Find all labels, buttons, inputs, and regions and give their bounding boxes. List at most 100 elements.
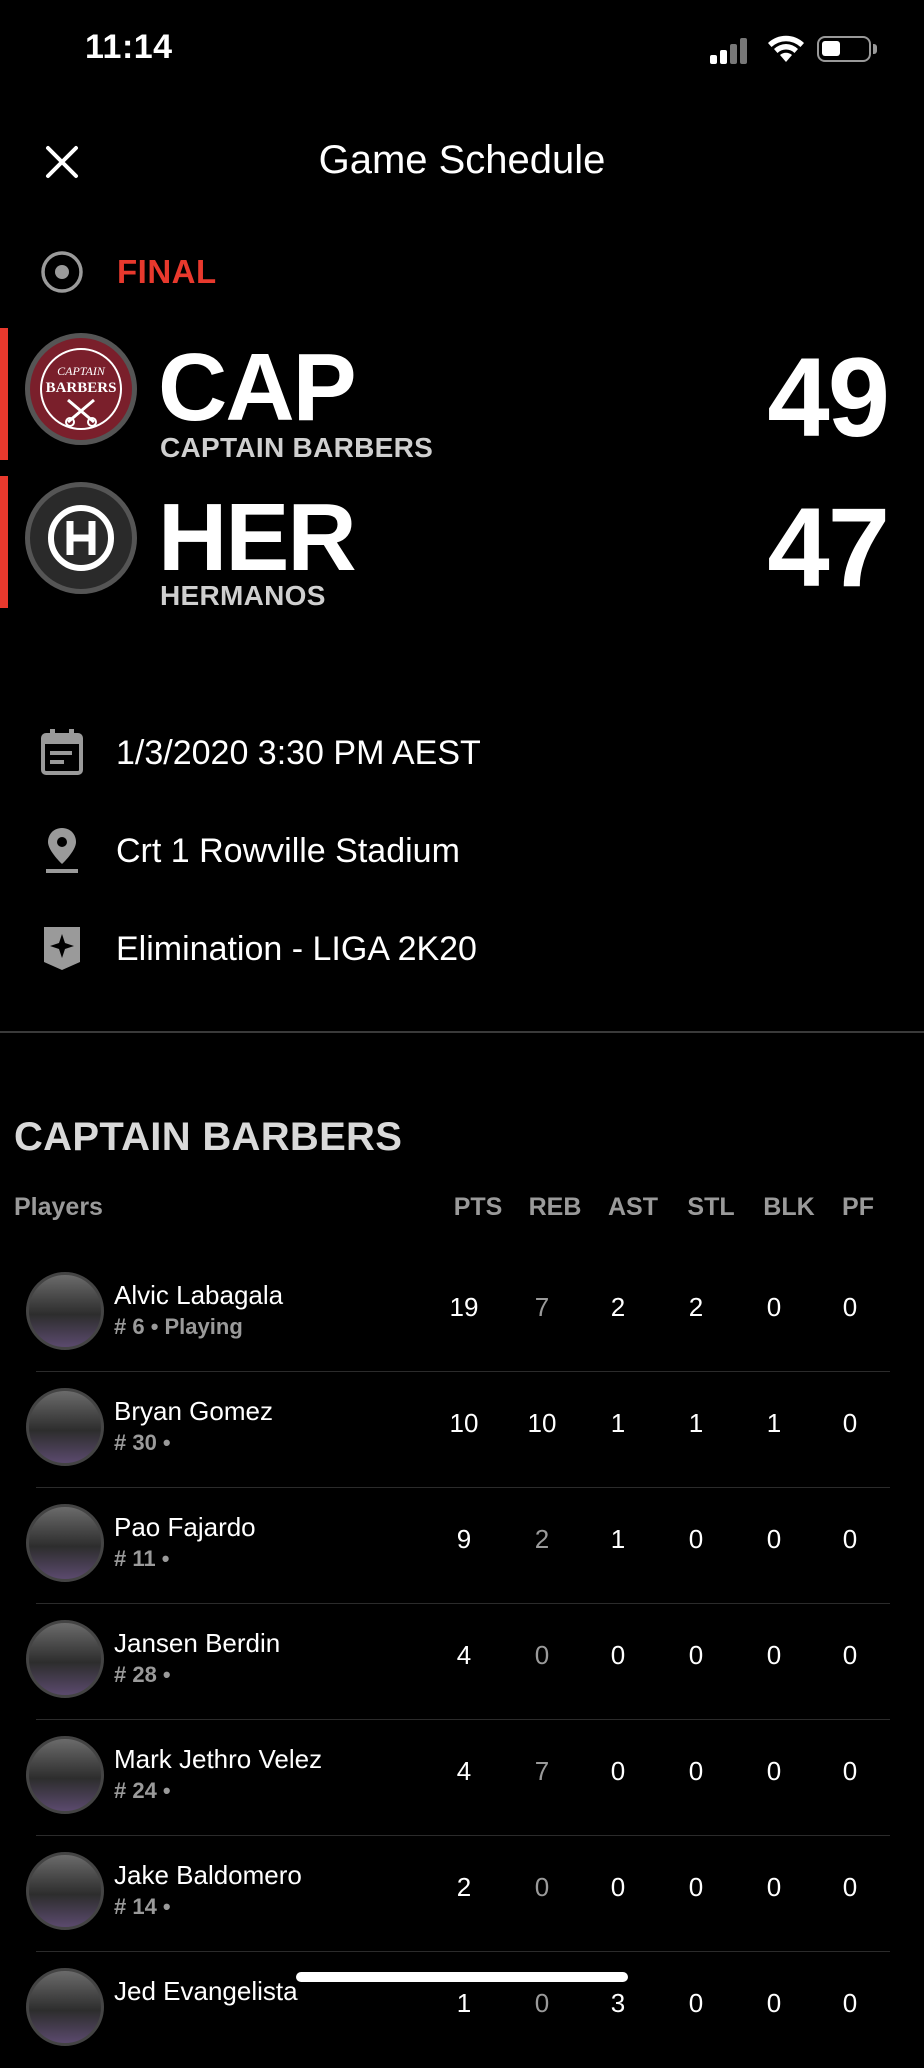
stat-pf: 0: [842, 1640, 858, 1670]
game-status-icon: [41, 251, 83, 293]
player-row[interactable]: Bryan Gomez # 30 • 10 10 1 1 1 0: [0, 1372, 924, 1488]
column-header-ast[interactable]: AST: [603, 1193, 663, 1222]
logo-text-captain: CAPTAIN: [57, 364, 106, 378]
player-number-status: # 30 •: [114, 1430, 171, 1455]
player-avatar: [26, 1272, 104, 1350]
player-row[interactable]: Mark Jethro Velez # 24 • 4 7 0 0 0 0: [0, 1720, 924, 1836]
stat-stl: 1: [688, 1408, 704, 1438]
stat-reb: 0: [534, 1988, 550, 2018]
stat-stl: 0: [688, 1872, 704, 1902]
divider: [0, 1031, 924, 1033]
stat-ast: 1: [610, 1408, 626, 1438]
stat-pf: 0: [842, 1292, 858, 1322]
player-number-status: # 24 •: [114, 1778, 171, 1803]
team-score-her: 47: [767, 485, 890, 610]
battery-icon: [817, 36, 871, 62]
stat-pf: 0: [842, 1408, 858, 1438]
team-abbr-her: HER: [158, 484, 357, 591]
competition-badge-icon: [44, 927, 80, 970]
stat-stl: 0: [688, 1524, 704, 1554]
player-row[interactable]: Jansen Berdin # 28 • 4 0 0 0 0 0: [0, 1604, 924, 1720]
player-name: Pao Fajardo: [114, 1512, 256, 1542]
stat-reb: 0: [534, 1640, 550, 1670]
team-score-cap: 49: [767, 335, 890, 460]
stat-pts: 4: [456, 1640, 472, 1670]
boxscore-team-title: CAPTAIN BARBERS: [14, 1115, 403, 1159]
team-indicator-bar: [0, 476, 8, 608]
stat-ast: 2: [610, 1292, 626, 1322]
player-avatar: [26, 1852, 104, 1930]
stat-reb: 7: [534, 1292, 550, 1322]
team-name-hermanos: HERMANOS: [160, 580, 326, 611]
stat-reb: 10: [527, 1408, 557, 1438]
column-header-blk[interactable]: BLK: [759, 1193, 819, 1222]
stat-blk: 1: [766, 1408, 782, 1438]
game-venue[interactable]: Crt 1 Rowville Stadium: [116, 832, 460, 871]
hermanos-logo[interactable]: [25, 482, 137, 594]
page-title: Game Schedule: [318, 138, 606, 182]
column-header-pf[interactable]: PF: [828, 1193, 888, 1222]
player-avatar: [26, 1504, 104, 1582]
player-name: Bryan Gomez: [114, 1396, 273, 1426]
team-abbr-cap: CAP: [158, 334, 357, 441]
stat-stl: 0: [688, 1988, 704, 2018]
winner-indicator-bar: [0, 328, 8, 460]
player-avatar: [26, 1388, 104, 1466]
captain-barbers-logo[interactable]: CAPTAIN BARBERS: [25, 333, 137, 445]
player-number-status: # 28 •: [114, 1662, 171, 1687]
player-row[interactable]: Jake Baldomero # 14 • 2 0 0 0 0 0: [0, 1836, 924, 1952]
stat-blk: 0: [766, 1756, 782, 1786]
stat-ast: 0: [610, 1640, 626, 1670]
stat-pts: 2: [456, 1872, 472, 1902]
calendar-icon: [41, 729, 83, 775]
stat-blk: 0: [766, 1524, 782, 1554]
column-header-pts[interactable]: PTS: [448, 1193, 508, 1222]
stat-blk: 0: [766, 1872, 782, 1902]
stat-pts: 19: [449, 1292, 479, 1322]
stat-stl: 0: [688, 1640, 704, 1670]
stat-ast: 0: [610, 1756, 626, 1786]
cellular-signal-icon: [710, 38, 754, 64]
stat-stl: 0: [688, 1756, 704, 1786]
player-row[interactable]: Alvic Labagala # 6 • Playing 19 7 2 2 0 0: [0, 1256, 924, 1372]
stat-reb: 2: [534, 1524, 550, 1554]
stat-ast: 0: [610, 1872, 626, 1902]
stat-pts: 4: [456, 1756, 472, 1786]
wifi-icon: [768, 35, 804, 62]
stat-blk: 0: [766, 1292, 782, 1322]
stat-pts: 10: [449, 1408, 479, 1438]
team-name-captain-barbers: CAPTAIN BARBERS: [160, 432, 434, 463]
player-row[interactable]: Pao Fajardo # 11 • 9 2 1 0 0 0: [0, 1488, 924, 1604]
home-indicator[interactable]: [296, 1972, 628, 1982]
location-pin-icon[interactable]: [40, 826, 84, 874]
stat-blk: 0: [766, 1640, 782, 1670]
stat-pts: 1: [456, 1988, 472, 2018]
player-row[interactable]: Jed Evangelista 1 0 3 0 0 0: [0, 1952, 924, 2068]
player-name: Alvic Labagala: [114, 1280, 284, 1310]
game-datetime: 1/3/2020 3:30 PM AEST: [116, 734, 481, 772]
logo-text-barbers: BARBERS: [46, 380, 117, 396]
player-avatar: [26, 1736, 104, 1814]
battery-tip: [873, 44, 877, 54]
stat-stl: 2: [688, 1292, 704, 1322]
player-name: Mark Jethro Velez: [114, 1744, 323, 1774]
player-number-status: # 11 •: [114, 1546, 170, 1571]
column-header-stl[interactable]: STL: [681, 1193, 741, 1222]
player-avatar: [26, 1968, 104, 2046]
game-status-label: FINAL: [117, 253, 217, 290]
stat-reb: 7: [534, 1756, 550, 1786]
game-competition[interactable]: Elimination - LIGA 2K20: [116, 930, 477, 969]
column-header-players: Players: [14, 1193, 103, 1221]
stat-pf: 0: [842, 1872, 858, 1902]
stat-ast: 3: [610, 1988, 626, 2018]
status-time: 11:14: [85, 28, 173, 66]
stat-reb: 0: [534, 1872, 550, 1902]
stat-blk: 0: [766, 1988, 782, 2018]
player-name: Jansen Berdin: [114, 1628, 281, 1658]
player-number-status: # 6 • Playing: [114, 1314, 243, 1339]
player-name: Jake Baldomero: [114, 1860, 302, 1890]
player-name: Jed Evangelista: [114, 1976, 298, 2006]
stat-pts: 9: [456, 1524, 472, 1554]
stat-pf: 0: [842, 1988, 858, 2018]
column-header-reb[interactable]: REB: [525, 1193, 585, 1222]
